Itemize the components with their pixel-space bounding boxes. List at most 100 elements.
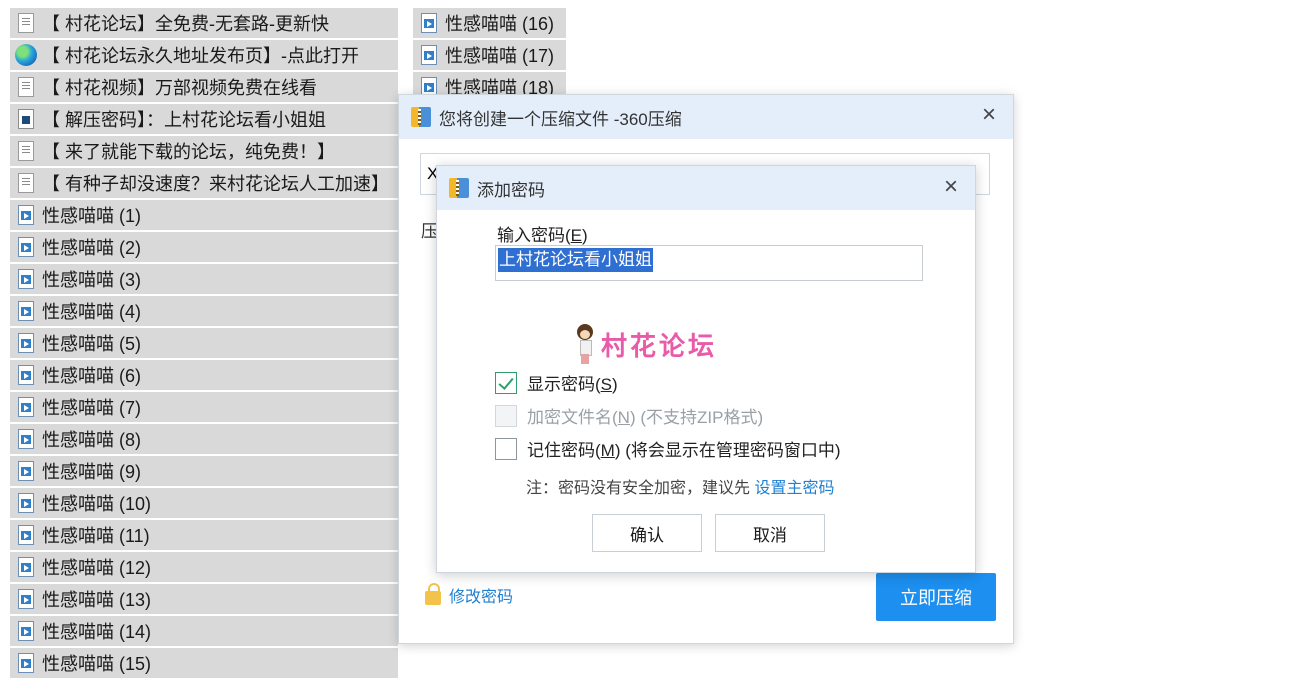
file-item[interactable]: 性感喵喵 (12) <box>10 552 398 582</box>
video-file-icon <box>18 525 34 545</box>
video-file-icon <box>18 461 34 481</box>
file-name: 【 解压密码】：上村花论坛看小姐姐 <box>42 110 326 130</box>
video-file-icon <box>18 493 34 513</box>
file-item[interactable]: 性感喵喵 (16) <box>413 8 566 38</box>
file-item[interactable]: 【 村花论坛】全免费-无套路-更新快 <box>10 8 398 38</box>
cancel-button[interactable]: 取消 <box>715 514 825 552</box>
close-icon[interactable]: × <box>939 175 963 199</box>
file-item[interactable]: 性感喵喵 (6) <box>10 360 398 390</box>
show-password-option[interactable]: 显示密码(S) <box>495 370 618 395</box>
security-note: 注：密码没有安全加密，建议先 设置主密码 <box>526 480 835 497</box>
cartoon-girl-icon <box>573 322 597 366</box>
show-password-label: 显示密码(S) <box>527 375 618 394</box>
file-name: 【 来了就能下载的论坛，纯免费！】 <box>42 142 335 162</box>
file-item[interactable]: 【 村花视频】万部视频免费在线看 <box>10 72 398 102</box>
file-item[interactable]: 性感喵喵 (14) <box>10 616 398 646</box>
video-file-icon <box>18 429 34 449</box>
image-file-icon <box>18 109 34 129</box>
video-file-icon <box>421 13 437 33</box>
file-name: 性感喵喵 (8) <box>42 430 141 450</box>
file-name: 性感喵喵 (4) <box>42 302 141 322</box>
add-password-dialog: 添加密码 × 输入密码(E) 上村花论坛看小姐姐 村花论坛 显示密码(S) 加密… <box>436 165 976 573</box>
file-name: 性感喵喵 (7) <box>42 398 141 418</box>
file-name: 性感喵喵 (11) <box>42 526 150 546</box>
video-file-icon <box>18 365 34 385</box>
video-file-icon <box>18 589 34 609</box>
file-item[interactable]: 性感喵喵 (1) <box>10 200 398 230</box>
text-file-icon <box>18 173 34 193</box>
file-name: 性感喵喵 (15) <box>42 654 152 674</box>
video-file-icon <box>18 269 34 289</box>
video-file-icon <box>18 333 34 353</box>
file-name: 性感喵喵 (2) <box>42 238 141 258</box>
file-name: 【 村花视频】万部视频免费在线看 <box>42 78 317 98</box>
password-dialog-title: 添加密码 <box>477 180 545 200</box>
file-name: 性感喵喵 (3) <box>42 270 141 290</box>
file-item[interactable]: 性感喵喵 (9) <box>10 456 398 486</box>
archive-icon <box>411 107 431 127</box>
show-password-checkbox[interactable] <box>495 371 517 394</box>
file-item[interactable]: 性感喵喵 (10) <box>10 488 398 518</box>
ok-button[interactable]: 确认 <box>592 514 702 552</box>
file-item[interactable]: 性感喵喵 (8) <box>10 424 398 454</box>
file-name: 性感喵喵 (10) <box>42 494 152 514</box>
watermark-text: 村花论坛 <box>601 330 718 361</box>
file-item[interactable]: 【 村花论坛永久地址发布页】-点此打开 <box>10 40 398 70</box>
file-name: 【 村花论坛】全免费-无套路-更新快 <box>42 14 329 34</box>
file-name: 【 村花论坛永久地址发布页】-点此打开 <box>42 46 359 66</box>
compress-dialog-titlebar[interactable]: 您将创建一个压缩文件 -360压缩 × <box>399 95 1013 139</box>
text-file-icon <box>18 13 34 33</box>
watermark-logo: 村花论坛 <box>573 322 717 366</box>
text-file-icon <box>18 77 34 97</box>
file-name: 性感喵喵 (13) <box>42 590 152 610</box>
file-item[interactable]: 性感喵喵 (4) <box>10 296 398 326</box>
encrypt-filenames-label: 加密文件名(N) (不支持ZIP格式) <box>527 408 764 427</box>
video-file-icon <box>18 397 34 417</box>
text-file-icon <box>18 141 34 161</box>
file-item[interactable]: 性感喵喵 (11) <box>10 520 398 550</box>
password-dialog-titlebar[interactable]: 添加密码 × <box>437 166 975 210</box>
remember-password-label: 记住密码(M) (将会显示在管理密码窗口中) <box>527 441 841 460</box>
video-file-icon <box>18 621 34 641</box>
archive-icon <box>449 178 469 198</box>
file-name: 性感喵喵 (9) <box>42 462 141 482</box>
video-file-icon <box>18 653 34 673</box>
file-item[interactable]: 性感喵喵 (7) <box>10 392 398 422</box>
change-password-link[interactable]: 修改密码 <box>425 583 513 607</box>
file-item[interactable]: 【 解压密码】：上村花论坛看小姐姐 <box>10 104 398 134</box>
file-name: 性感喵喵 (14) <box>42 622 152 642</box>
file-item[interactable]: 性感喵喵 (5) <box>10 328 398 358</box>
file-list-right: 性感喵喵 (16) 性感喵喵 (17) 性感喵喵 (18) <box>413 8 566 104</box>
file-name: 性感喵喵 (1) <box>42 206 141 226</box>
change-password-label: 修改密码 <box>449 589 514 606</box>
file-item[interactable]: 【 有种子却没速度？来村花论坛人工加速】 <box>10 168 398 198</box>
compress-now-button[interactable]: 立即压缩 <box>876 573 996 621</box>
edge-shortcut-icon <box>15 44 37 66</box>
video-file-icon <box>18 301 34 321</box>
file-name: 【 有种子却没速度？来村花论坛人工加速】 <box>42 174 389 194</box>
lock-icon <box>425 583 441 605</box>
video-file-icon <box>18 205 34 225</box>
password-input-label: 输入密码(E) <box>497 226 588 245</box>
file-item[interactable]: 性感喵喵 (3) <box>10 264 398 294</box>
file-item[interactable]: 性感喵喵 (17) <box>413 40 566 70</box>
video-file-icon <box>18 237 34 257</box>
file-name: 性感喵喵 (12) <box>42 558 152 578</box>
file-name: 性感喵喵 (16) <box>445 14 555 34</box>
video-file-icon <box>18 557 34 577</box>
file-item[interactable]: 性感喵喵 (2) <box>10 232 398 262</box>
remember-password-checkbox[interactable] <box>495 437 517 460</box>
file-item[interactable]: 性感喵喵 (13) <box>10 584 398 614</box>
video-file-icon <box>421 45 437 65</box>
password-input[interactable]: 上村花论坛看小姐姐 <box>495 245 923 281</box>
password-value: 上村花论坛看小姐姐 <box>498 248 653 272</box>
close-icon[interactable]: × <box>977 103 1001 127</box>
file-item[interactable]: 【 来了就能下载的论坛，纯免费！】 <box>10 136 398 166</box>
file-list-left: 【 村花论坛】全免费-无套路-更新快【 村花论坛永久地址发布页】-点此打开【 村… <box>10 8 398 680</box>
file-name: 性感喵喵 (5) <box>42 334 141 354</box>
set-master-password-link[interactable]: 设置主密码 <box>754 480 834 497</box>
remember-password-option[interactable]: 记住密码(M) (将会显示在管理密码窗口中) <box>495 436 841 461</box>
file-name: 性感喵喵 (17) <box>445 46 555 66</box>
file-item[interactable]: 性感喵喵 (15) <box>10 648 398 678</box>
file-name: 性感喵喵 (6) <box>42 366 141 386</box>
